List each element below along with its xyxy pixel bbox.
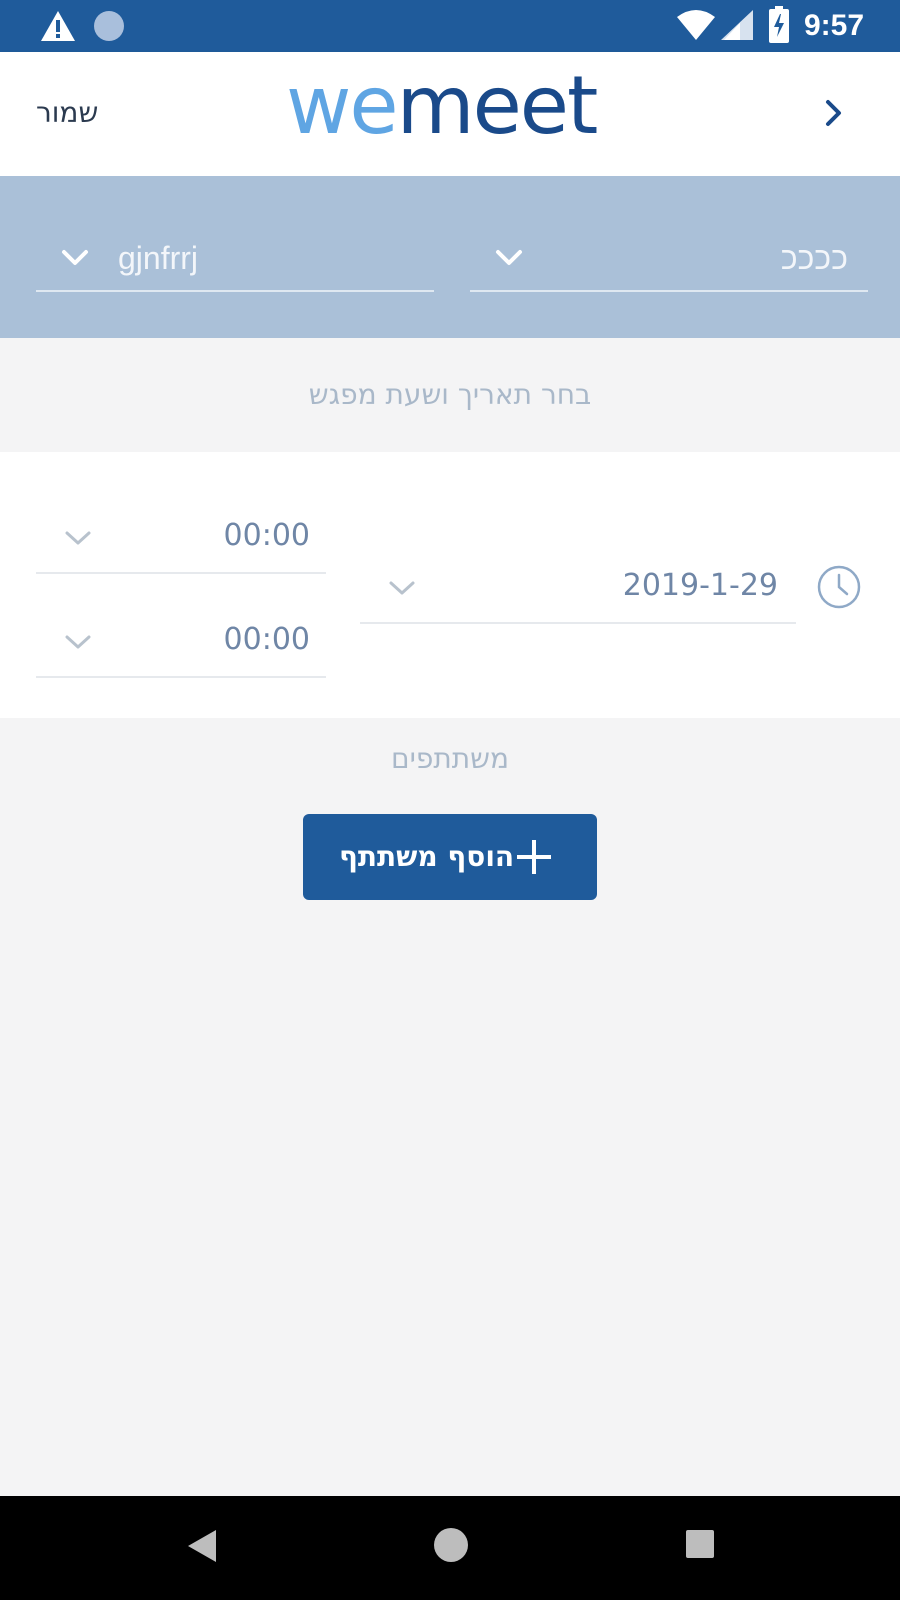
location-select-value: ככככ xyxy=(780,240,848,276)
end-time-value: 00:00 xyxy=(223,622,310,657)
date-value: 2019-1-29 xyxy=(622,568,778,603)
chevron-down-icon xyxy=(65,635,91,649)
status-dot-icon xyxy=(94,11,124,41)
group-select[interactable]: gjnfrrj xyxy=(36,220,434,292)
status-bar: 9:57 xyxy=(0,0,900,52)
location-select[interactable]: ככככ xyxy=(470,220,868,292)
add-participant-button[interactable]: הוסף משתתף xyxy=(303,814,597,900)
start-time-value: 00:00 xyxy=(223,518,310,553)
participants-title: משתתפים xyxy=(391,742,509,775)
system-nav-bar xyxy=(0,1496,900,1600)
nav-recent-icon[interactable] xyxy=(686,1530,714,1558)
signal-icon xyxy=(721,10,753,40)
nav-back-icon[interactable] xyxy=(186,1528,218,1564)
logo-part-meet: meet xyxy=(396,59,599,152)
app-logo: wemeet xyxy=(286,66,598,146)
group-select-value: gjnfrrj xyxy=(118,240,199,276)
status-time: 9:57 xyxy=(804,9,865,42)
date-select[interactable]: 2019-1-29 xyxy=(360,550,796,624)
chevron-right-icon[interactable] xyxy=(822,96,846,130)
app-header: שמור wemeet xyxy=(0,52,900,176)
chevron-down-icon xyxy=(389,581,415,595)
save-button[interactable]: שמור xyxy=(36,96,98,129)
logo-part-we: we xyxy=(286,59,399,152)
start-time-select[interactable]: 00:00 xyxy=(36,500,326,574)
date-section-title: בחר תאריך ושעת מפגש xyxy=(308,378,592,411)
warning-icon xyxy=(41,11,75,41)
plus-icon xyxy=(517,840,551,874)
end-time-select[interactable]: 00:00 xyxy=(36,604,326,678)
clock-icon xyxy=(817,565,861,609)
chevron-down-icon xyxy=(65,531,91,545)
chevron-down-icon xyxy=(496,250,522,265)
add-participant-label: הוסף משתתף xyxy=(339,840,515,873)
wifi-icon xyxy=(677,10,715,40)
battery-charging-icon xyxy=(769,6,789,43)
nav-home-icon[interactable] xyxy=(434,1528,468,1562)
chevron-down-icon xyxy=(62,250,88,265)
